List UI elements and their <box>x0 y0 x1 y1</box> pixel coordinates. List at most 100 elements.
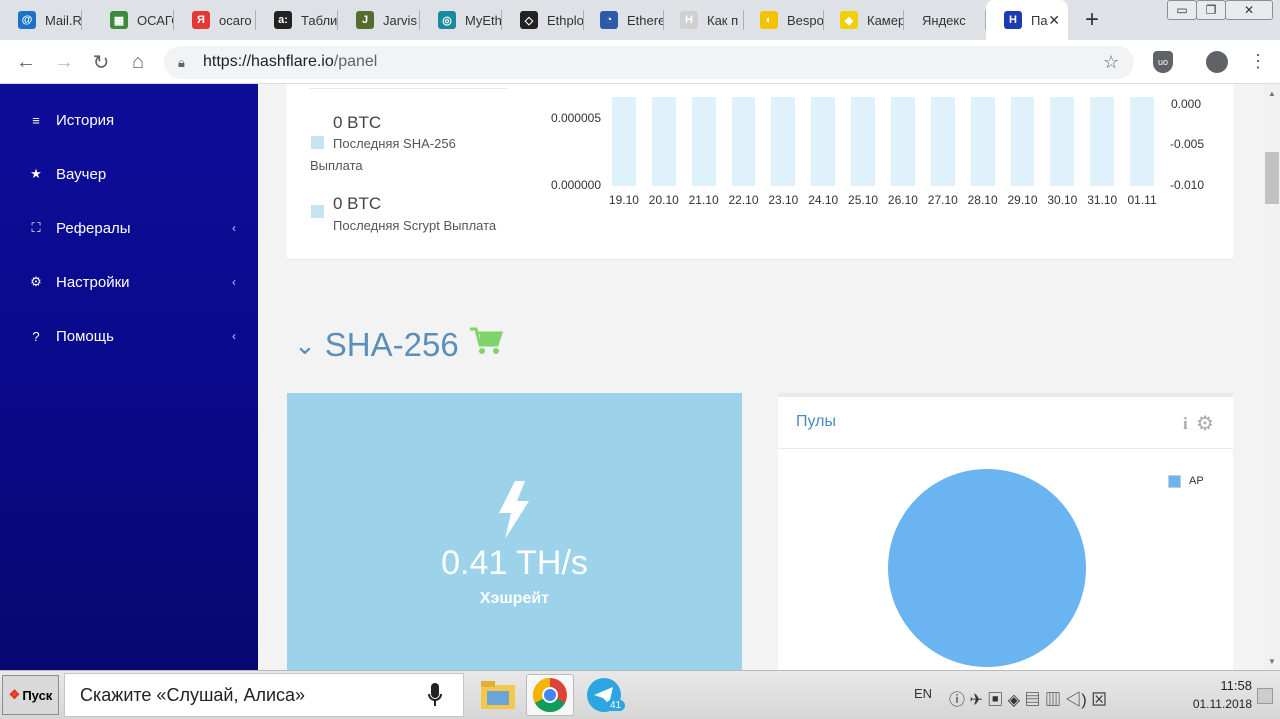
y-right-tick-label: -0.010 <box>1170 178 1205 192</box>
chart-bar <box>1050 96 1075 186</box>
sha-payout-label: Последняя SHA-256 <box>333 136 456 151</box>
hashrate-label: Хэшрейт <box>479 590 550 607</box>
tab-9[interactable]: ◐ Bespo <box>742 0 824 40</box>
chevron-left-icon: ‹ <box>232 329 236 343</box>
tab-separator <box>81 10 82 30</box>
pools-title: Пулы <box>796 413 836 430</box>
tab-1[interactable]: ▦ ОСАГО <box>92 0 174 40</box>
scroll-up-icon[interactable]: ▲ <box>1268 89 1276 98</box>
tab-label: Па <box>1031 12 1048 28</box>
tab-12[interactable]: H Па ✕ <box>986 0 1068 40</box>
url-text[interactable]: https://hashflare.io/panel <box>203 53 377 71</box>
pools-legend-swatch <box>1168 475 1181 488</box>
tab-7[interactable]: ◔ Ethere <box>582 0 664 40</box>
sidebar-item-label: Помощь <box>56 327 114 345</box>
close-tab-icon[interactable]: ✕ <box>1048 12 1060 29</box>
tab-favicon-icon: ◐ <box>760 11 778 29</box>
tab-label: Яндекс <box>922 12 966 28</box>
network-icon: ⛶ <box>31 220 41 235</box>
x-tick-label: 25.10 <box>848 193 879 207</box>
tab-label: Ethere <box>627 12 664 28</box>
tab-favicon-icon: Я <box>192 11 210 29</box>
chart-bar <box>1010 96 1035 186</box>
sha-payout-amount: 0 BTC <box>333 113 382 132</box>
tab-favicon-icon: a: <box>274 11 292 29</box>
start-button[interactable]: ❖ Пуск <box>2 675 59 715</box>
x-tick-label: 28.10 <box>967 193 998 207</box>
alice-search-box[interactable]: Скажите «Слушай, Алиса» <box>64 673 464 717</box>
cart-icon[interactable] <box>469 326 503 364</box>
tab-8[interactable]: H Как п <box>662 0 744 40</box>
new-tab-button[interactable]: + <box>1080 6 1104 34</box>
info-icon[interactable]: i <box>1183 414 1188 434</box>
tab-3[interactable]: a: Табли <box>256 0 338 40</box>
tab-4[interactable]: J Jarvis <box>338 0 420 40</box>
chart-bar <box>930 96 955 186</box>
x-tick-label: 24.10 <box>808 193 839 207</box>
clock-date[interactable]: 01.11.2018 <box>1170 697 1252 711</box>
pie-slice-ap <box>888 469 1086 667</box>
show-desktop-button[interactable] <box>1257 688 1273 704</box>
pools-legend-label: AP <box>1189 475 1204 487</box>
home-icon[interactable]: ⌂ <box>126 50 150 74</box>
url-host: https://hashflare.io <box>203 53 334 70</box>
sidebar-item-2[interactable]: ⛶ Рефералы ‹ <box>0 201 258 255</box>
back-icon[interactable]: ← <box>14 50 38 74</box>
chevron-down-icon[interactable]: ⌄ <box>294 330 316 361</box>
sha256-title: SHA-256 <box>324 326 459 363</box>
menu-kebab-icon[interactable]: ⋮ <box>1249 51 1267 72</box>
file-explorer-icon[interactable] <box>474 674 522 716</box>
tab-favicon-icon: ▦ <box>110 11 128 29</box>
tab-favicon-icon: J <box>356 11 374 29</box>
tab-6[interactable]: ◇ Ethplo <box>502 0 584 40</box>
tab-favicon-icon: ◇ <box>520 11 538 29</box>
tab-label: Табли <box>301 12 338 28</box>
sidebar-item-0[interactable]: ≡ История <box>0 93 258 147</box>
y-left-tick-label: 0.000005 <box>550 111 601 125</box>
x-tick-label: 26.10 <box>887 193 918 207</box>
chart-bar <box>1090 96 1115 186</box>
sha256-heading[interactable]: ⌄ SHA-256 <box>294 326 503 364</box>
sidebar-item-3[interactable]: ⚙ Настройки ‹ <box>0 255 258 309</box>
tab-label: Jarvis <box>383 12 417 28</box>
ublock-icon[interactable]: uo <box>1153 51 1173 73</box>
tray-icons[interactable]: ⓘ ✈ ▣ ◈ ▤ ▥ ◁) ⊠ <box>949 686 1107 710</box>
chart-bar <box>651 96 676 186</box>
star-icon: ★ <box>30 166 42 181</box>
y-right-tick-label: 0.000 <box>1171 97 1202 111</box>
tab-10[interactable]: ◆ Камер <box>822 0 904 40</box>
tab-label: Mail.Ru <box>45 12 82 28</box>
sidebar-item-1[interactable]: ★ Ваучер <box>0 147 258 201</box>
tab-favicon-icon: @ <box>18 11 36 29</box>
tab-2[interactable]: Яосаго <box>174 0 256 40</box>
sidebar-item-4[interactable]: ? Помощь ‹ <box>0 309 258 363</box>
question-icon: ? <box>32 328 40 344</box>
y-right-tick-label: -0.005 <box>1170 137 1205 151</box>
chevron-left-icon: ‹ <box>232 221 236 235</box>
minimize-button[interactable]: ▭ <box>1167 0 1197 20</box>
tab-0[interactable]: @ Mail.Ru <box>0 0 82 40</box>
chart-bar <box>811 96 836 186</box>
clock-time[interactable]: 11:58 <box>1180 678 1252 693</box>
account-icon[interactable] <box>1206 51 1228 73</box>
close-window-button[interactable]: ✕ <box>1225 0 1273 20</box>
scrollbar-thumb[interactable] <box>1265 152 1279 204</box>
tab-favicon-icon: H <box>680 11 698 29</box>
microphone-icon[interactable] <box>428 683 442 706</box>
chrome-taskbar-icon[interactable] <box>526 674 574 716</box>
reload-icon[interactable]: ↻ <box>89 50 113 74</box>
tab-favicon-icon: H <box>1004 11 1022 29</box>
chart-bar <box>970 96 995 186</box>
url-path: /panel <box>333 53 378 70</box>
tab-label: осаго <box>219 12 252 28</box>
tab-11[interactable]: Яндекс <box>904 0 986 40</box>
chevron-left-icon: ‹ <box>232 275 236 289</box>
language-indicator[interactable]: EN <box>914 686 932 701</box>
bookmark-star-icon[interactable]: ☆ <box>1103 52 1119 73</box>
forward-icon[interactable]: → <box>52 50 76 74</box>
gear-icon[interactable]: ⚙ <box>1196 411 1214 436</box>
windows-logo-icon: ❖ <box>8 687 21 702</box>
restore-button[interactable]: ❐ <box>1196 0 1226 20</box>
scroll-down-icon[interactable]: ▼ <box>1268 657 1276 666</box>
tab-5[interactable]: ◎ MyEth <box>420 0 502 40</box>
